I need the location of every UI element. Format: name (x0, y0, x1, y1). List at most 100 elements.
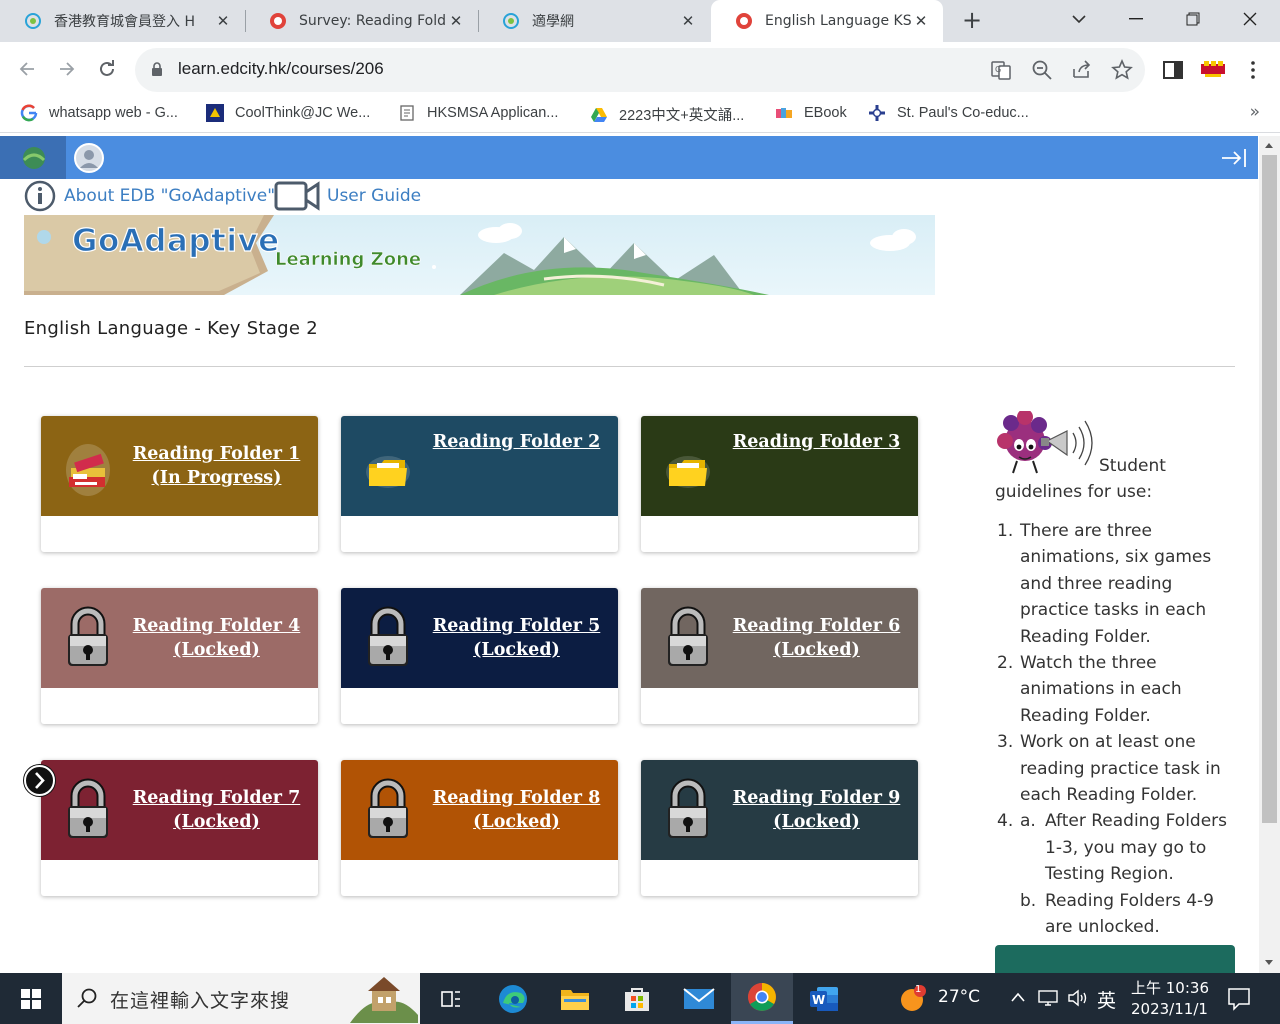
exit-icon[interactable] (1220, 148, 1248, 168)
taskbar-store[interactable] (606, 973, 668, 1024)
folder-title[interactable]: Reading Folder 3 (733, 430, 901, 454)
close-icon[interactable]: ✕ (213, 12, 233, 30)
folder-card-2[interactable]: Reading Folder 2 (341, 416, 618, 552)
search-highlight-illustration-icon (350, 977, 418, 1023)
more-bookmarks-button[interactable]: » (1250, 102, 1260, 122)
bookmark-whatsapp[interactable]: whatsapp web - G... (20, 104, 178, 122)
padlock-icon (368, 778, 408, 838)
edcity-favicon-icon (503, 13, 519, 29)
expand-sidebar-button[interactable] (24, 765, 55, 796)
close-window-button[interactable] (1221, 0, 1279, 38)
folder-card-1[interactable]: Reading Folder 1 (In Progress) (41, 416, 318, 552)
folder-card-5[interactable]: Reading Folder 5 (Locked) (341, 588, 618, 724)
network-icon[interactable] (1037, 989, 1059, 1007)
taskbar-chrome[interactable] (731, 973, 793, 1024)
guidelines-list: 1. There are three animations, six games … (995, 518, 1240, 941)
sub-list-item: a. After Reading Folders 1-3, you may go … (1020, 811, 1228, 885)
star-icon[interactable] (1111, 59, 1133, 81)
weather-temperature[interactable]: 27°C (938, 987, 980, 1007)
clock-time[interactable]: 上午 10:36 (1131, 977, 1209, 998)
folder-card-8[interactable]: Reading Folder 8 (Locked) (341, 760, 618, 896)
folder-title[interactable]: Reading Folder 9 (733, 786, 901, 810)
folder-card-9[interactable]: Reading Folder 9 (Locked) (641, 760, 918, 896)
tab-search-button[interactable] (1050, 0, 1108, 38)
taskbar-file-explorer[interactable] (544, 973, 606, 1024)
share-icon[interactable] (1071, 59, 1093, 81)
store-icon (625, 987, 649, 1011)
site-logo[interactable] (0, 136, 66, 179)
weather-sun-icon[interactable] (898, 984, 928, 1014)
folder-title[interactable]: Reading Folder 1 (133, 442, 301, 466)
taskbar-mail[interactable] (668, 973, 730, 1024)
list-item: 2. Watch the three animations in each Rea… (997, 653, 1182, 726)
tab-edcity-login[interactable]: 香港教育城會員登入 H ✕ (0, 0, 245, 42)
scroll-up-icon[interactable] (1264, 141, 1274, 149)
tab-edcity-adaptive[interactable]: 適學網 ✕ (478, 0, 710, 42)
about-edb-link[interactable]: About EDB "GoAdaptive" (24, 180, 275, 212)
folder-title[interactable]: Reading Folder 4 (133, 614, 301, 638)
folder-title[interactable]: Reading Folder 2 (433, 430, 601, 454)
folder-status[interactable]: (Locked) (473, 810, 560, 834)
folder-card-7[interactable]: Reading Folder 7 (Locked) (41, 760, 318, 896)
close-icon (1243, 12, 1257, 26)
user-guide-link[interactable]: User Guide (274, 180, 421, 212)
translate-icon[interactable]: G (990, 59, 1012, 81)
taskbar-edge[interactable] (482, 973, 544, 1024)
folder-status[interactable]: (Locked) (173, 638, 260, 662)
scrollbar-thumb[interactable] (1262, 155, 1277, 823)
folder-title[interactable]: Reading Folder 6 (733, 614, 901, 638)
extension-icon[interactable] (1200, 58, 1226, 82)
bookmark-st-pauls[interactable]: St. Paul's Co-educ... (868, 104, 1029, 122)
bookmark-coolthink[interactable]: CoolThink@JC We... (206, 104, 370, 122)
folder-card-3[interactable]: Reading Folder 3 (641, 416, 918, 552)
folder-status[interactable]: (Locked) (773, 638, 860, 662)
minimize-button[interactable] (1107, 0, 1165, 38)
video-camera-icon (274, 181, 320, 211)
reload-button[interactable] (92, 54, 122, 84)
task-view-button[interactable] (420, 973, 482, 1024)
divider (24, 366, 1235, 367)
avatar[interactable] (74, 143, 104, 173)
volume-icon[interactable] (1067, 989, 1089, 1007)
back-button[interactable] (12, 54, 42, 84)
folder-status[interactable]: (In Progress) (152, 466, 282, 490)
folder-status[interactable]: (Locked) (773, 810, 860, 834)
folder-title[interactable]: Reading Folder 5 (433, 614, 601, 638)
input-method-indicator[interactable]: 英 (1097, 986, 1116, 1013)
close-icon[interactable]: ✕ (678, 12, 698, 30)
forward-button[interactable] (52, 54, 82, 84)
clock-date[interactable]: 2023/11/1 (1131, 1000, 1208, 1018)
folder-icon (561, 989, 589, 1010)
address-bar[interactable]: learn.edcity.hk/courses/206 G (135, 48, 1145, 92)
scroll-down-icon[interactable] (1264, 959, 1274, 967)
side-panel-icon[interactable] (1161, 58, 1185, 82)
arrow-right-icon (60, 62, 75, 76)
chevron-up-icon[interactable] (1010, 991, 1026, 1003)
tab-english-language[interactable]: English Language KS ✕ (711, 0, 943, 42)
close-icon[interactable]: ✕ (446, 12, 466, 30)
new-tab-button[interactable]: + (957, 6, 987, 36)
folder-status[interactable]: (Locked) (173, 810, 260, 834)
zoom-out-icon[interactable] (1031, 59, 1053, 81)
restore-button[interactable] (1164, 0, 1222, 38)
folder-card-6[interactable]: Reading Folder 6 (Locked) (641, 588, 918, 724)
chrome-icon (748, 983, 776, 1011)
folder-status[interactable]: (Locked) (473, 638, 560, 662)
bookmark-drive-2223[interactable]: 2223中文+英文誦... (590, 104, 744, 125)
notification-icon[interactable] (1227, 987, 1251, 1011)
tab-survey[interactable]: Survey: Reading Fold ✕ (245, 0, 478, 42)
more-vert-icon[interactable] (1241, 58, 1265, 82)
padlock-icon (668, 778, 708, 838)
bookmark-ebook[interactable]: EBook (775, 104, 847, 122)
goadaptive-banner: GoAdaptive Learning Zone (24, 215, 935, 295)
folder-card-4[interactable]: Reading Folder 4 (Locked) (41, 588, 318, 724)
taskbar-search-box[interactable]: 在這裡輸入文字來搜 (62, 973, 420, 1024)
folder-title[interactable]: Reading Folder 7 (133, 786, 301, 810)
url-text: learn.edcity.hk/courses/206 (178, 59, 384, 78)
close-icon[interactable]: ✕ (911, 12, 931, 30)
bookmark-hksmsa[interactable]: HKSMSA Applican... (398, 104, 558, 122)
folder-title[interactable]: Reading Folder 8 (433, 786, 601, 810)
taskbar-word[interactable]: W (793, 973, 855, 1024)
padlock-icon (68, 606, 108, 666)
start-button[interactable] (0, 973, 62, 1024)
